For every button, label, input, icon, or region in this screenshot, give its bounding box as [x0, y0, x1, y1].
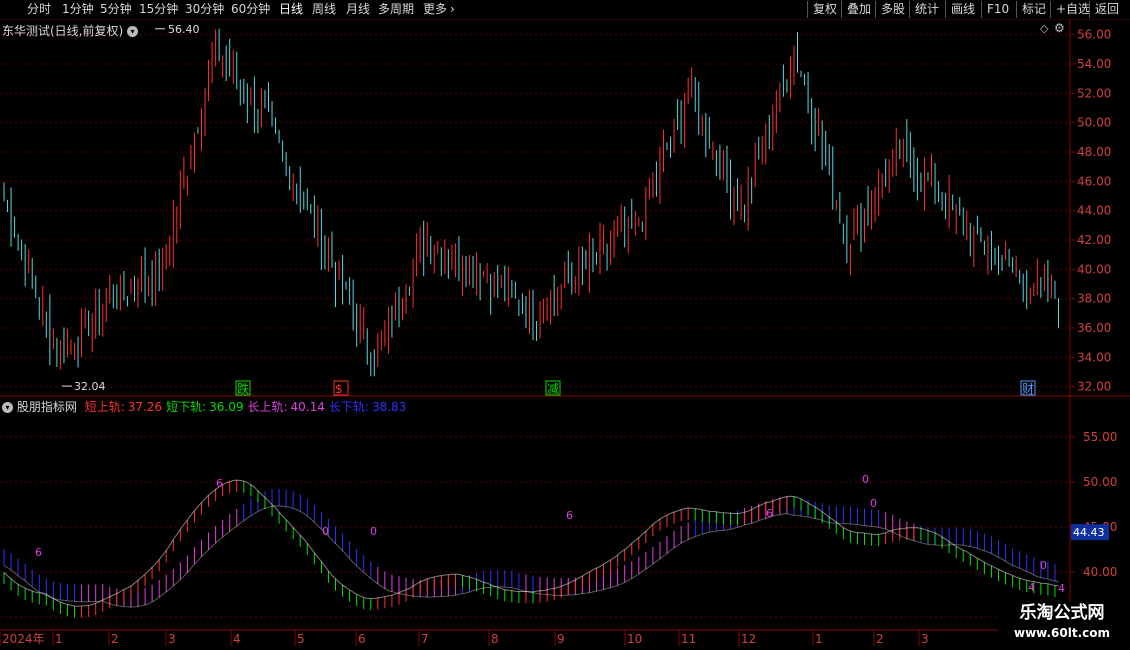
- indicator-value-3: 38.83: [371, 400, 407, 414]
- indicator-reading-0: 短上轨:: [84, 400, 125, 414]
- indicator-reading-1: 短下轨:: [166, 400, 207, 414]
- price-tick-label: 56.00: [1077, 28, 1111, 42]
- indicator-name: 股朋指标网: [16, 400, 77, 414]
- time-axis-label: 3: [921, 632, 929, 646]
- time-axis-label: 8: [491, 632, 499, 646]
- diamond-icon[interactable]: ◇: [1040, 22, 1048, 35]
- price-tick-label: 32.00: [1077, 380, 1111, 394]
- event-marker: 财: [1022, 382, 1034, 396]
- low-price-label: 32.04: [74, 380, 106, 393]
- time-axis-label: 2: [876, 632, 884, 646]
- time-axis-label: 1: [815, 632, 823, 646]
- price-tick-label: 50.00: [1077, 116, 1111, 130]
- time-axis-label: 11: [681, 632, 696, 646]
- price-tick-label: 42.00: [1077, 233, 1111, 247]
- indicator-marker-label: 6: [566, 509, 573, 522]
- price-panel-title-text: 东华测试(日线,前复权): [2, 24, 124, 38]
- price-tick-label: 38.00: [1077, 292, 1111, 306]
- watermark-line2: www.60lt.com: [1013, 626, 1111, 640]
- time-axis-label: 5: [297, 632, 305, 646]
- price-tick-label: 40.00: [1077, 262, 1111, 276]
- watermark: 乐淘公式网 www.60lt.com: [998, 602, 1126, 646]
- time-axis-label: 3: [168, 632, 176, 646]
- indicator-tick-label: 55.00: [1083, 430, 1117, 444]
- indicator-marker-label: 0: [870, 497, 877, 510]
- indicator-marker-label: 4: [1058, 582, 1065, 595]
- short-upper-line: [3, 479, 1059, 607]
- current-value: 44.43: [1073, 526, 1105, 539]
- indicator-reading-2: 长上轨:: [247, 400, 288, 414]
- price-tick-label: 54.00: [1077, 57, 1111, 71]
- chevron-down-icon[interactable]: ▾: [127, 26, 139, 37]
- indicator-panel-title[interactable]: ▾ 股朋指标网 短上轨: 37.26 短下轨: 36.09 长上轨: 40.14 长下轨: 3…: [2, 398, 406, 415]
- indicator-marker-label: 0: [1040, 559, 1047, 572]
- time-axis-label: 10: [627, 632, 642, 646]
- time-axis-label: 1: [55, 632, 63, 646]
- indicator-value-0: 37.26: [127, 400, 163, 414]
- price-tick-label: 36.00: [1077, 321, 1111, 335]
- chart-canvas[interactable]: 56.00 54.00 52.00 50.00 48.00 46.00 44.00 42.00…: [0, 0, 1130, 650]
- chevron-down-icon[interactable]: ▾: [2, 402, 13, 413]
- indicator-marker-label: 0: [862, 473, 869, 486]
- indicator-value-1: 36.09: [209, 400, 244, 414]
- event-marker: 减: [547, 382, 559, 396]
- indicator-readings: 短上轨: 37.26 短下轨: 36.09 长上轨: 40.14 长下轨: 38.83: [81, 400, 407, 414]
- price-tick-label: 48.00: [1077, 145, 1111, 159]
- price-tick-label: 44.00: [1077, 204, 1111, 218]
- indicator-marker-label: 0: [370, 525, 377, 538]
- event-marker: $: [335, 382, 343, 396]
- time-axis-label: 7: [421, 632, 429, 646]
- watermark-line1: 乐淘公式网: [1019, 603, 1105, 623]
- indicator-tick-label: 40.00: [1083, 565, 1117, 579]
- indicator-value-2: 40.14: [290, 400, 325, 414]
- time-axis-label: 4: [233, 632, 241, 646]
- time-axis-label: 2024年: [2, 632, 45, 646]
- price-tick-label: 46.00: [1077, 174, 1111, 188]
- indicator-marker-label: 6: [766, 507, 773, 520]
- indicator-tick-label: 50.00: [1083, 475, 1117, 489]
- indicator-reading-3: 长下轨:: [328, 400, 369, 414]
- time-axis-label: 12: [741, 632, 756, 646]
- indicator-marker-label: 4: [1028, 581, 1035, 594]
- price-tick-label: 52.00: [1077, 86, 1111, 100]
- price-panel-title[interactable]: 东华测试(日线,前复权) ▾: [2, 22, 139, 39]
- time-axis-label: 2: [111, 632, 119, 646]
- time-axis-label: 9: [557, 632, 565, 646]
- event-marker: 跌: [237, 381, 249, 396]
- high-price-label: 56.40: [168, 23, 200, 36]
- time-axis-label: 6: [358, 632, 366, 646]
- gear-icon[interactable]: ⚙: [1054, 21, 1065, 35]
- indicator-marker-label: 0: [322, 525, 329, 538]
- price-tick-label: 34.00: [1077, 350, 1111, 364]
- indicator-marker-label: 6: [35, 546, 42, 559]
- indicator-marker-label: 6: [216, 477, 223, 490]
